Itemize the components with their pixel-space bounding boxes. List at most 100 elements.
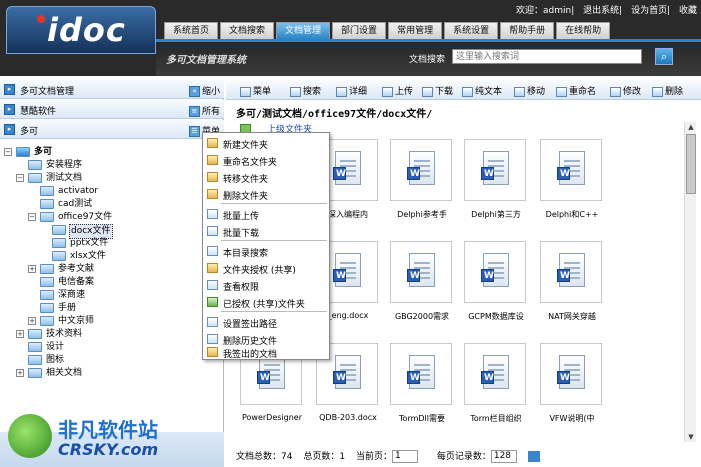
toolbar-menu-button[interactable]: 菜单 (240, 84, 271, 97)
tab-doc-management[interactable]: 文档管理 (276, 22, 331, 39)
toolbar-download-button[interactable]: 下载 (422, 84, 453, 97)
toolbar-edit-button[interactable]: 修改 (610, 84, 641, 97)
detail-icon (336, 86, 347, 97)
menu-item-label: 查看权限 (223, 283, 260, 293)
collapse-icon[interactable]: − (16, 174, 24, 182)
file-thumbnail (464, 139, 526, 201)
tab-help-manual[interactable]: 帮助手册 (500, 22, 555, 39)
expand-icon[interactable]: + (28, 317, 36, 325)
menu-item-view-permissions[interactable]: 查看权限 (203, 277, 329, 293)
expand-icon[interactable]: + (28, 265, 36, 273)
per-page-input[interactable]: 128 (490, 450, 517, 463)
toolbar-detail-button[interactable]: 详细 (336, 84, 367, 97)
expand-icon[interactable]: + (16, 369, 24, 377)
menu-item-delete-folder[interactable]: 删除文件夹 (203, 186, 329, 202)
move-icon (514, 86, 525, 97)
scroll-down-icon[interactable]: ▼ (686, 432, 696, 442)
menu-item-label: 本目录搜索 (223, 249, 269, 259)
toolbar-label: 详细 (349, 87, 368, 97)
file-item[interactable]: GBG2000需求 (390, 241, 456, 337)
menu-item-folder-share[interactable]: 文件夹授权 (共享) (203, 260, 329, 276)
word-icon (257, 371, 270, 384)
search-button[interactable]: ⌕ (655, 48, 673, 65)
expand-icon[interactable]: + (16, 330, 24, 338)
permissions-icon (207, 280, 218, 290)
tab-online-help[interactable]: 在线帮助 (556, 22, 611, 39)
edit-icon (610, 86, 621, 97)
panel-header-company[interactable]: ▸ 慧酷软件 ≡ 所有 (0, 100, 224, 119)
collapse-icon[interactable]: − (4, 148, 12, 156)
delete-folder-icon (207, 189, 218, 199)
folder-icon (40, 303, 54, 313)
checkout-icon (207, 317, 218, 327)
collapse-icon[interactable]: − (28, 213, 36, 221)
shrink-button[interactable]: «缩小 (188, 84, 220, 97)
menu-item-search-directory[interactable]: 本目录搜索 (203, 243, 329, 259)
toolbar: 菜单 搜索 详细 上传 下载 纯文本 移动 重命名 修改 删除 (226, 80, 701, 100)
search-icon: ⌕ (660, 50, 668, 63)
tab-department[interactable]: 部门设置 (332, 22, 387, 39)
tab-doc-search[interactable]: 文档搜索 (220, 22, 275, 39)
tree-label: 相关文档 (46, 368, 83, 378)
menu-item-rename-folder[interactable]: 重命名文件夹 (203, 152, 329, 168)
file-name: Delphi和C++ (545, 210, 599, 219)
file-item[interactable]: VFW说明(中 (540, 343, 606, 439)
vertical-scrollbar[interactable]: ▲ ▼ (684, 122, 696, 442)
menu-icon: ☰ (188, 126, 200, 137)
menu-item-label: 批量下载 (223, 229, 260, 239)
toolbar-upload-button[interactable]: 上传 (382, 84, 413, 97)
scrollbar-thumb[interactable] (686, 134, 696, 194)
current-page-input[interactable]: 1 (391, 450, 418, 463)
toolbar-search-button[interactable]: 搜索 (290, 84, 321, 97)
file-item[interactable]: NAT网关穿越 (540, 241, 606, 337)
menu-item-batch-upload[interactable]: 批量上传 (203, 206, 329, 222)
current-page-label: 当前页： (355, 452, 392, 462)
menu-item-batch-download[interactable]: 批量下载 (203, 223, 329, 239)
search-label: 文档搜索 (409, 55, 446, 65)
search-input[interactable] (452, 49, 642, 64)
tab-common[interactable]: 常用管理 (388, 22, 443, 39)
welcome-text: 欢迎：admin (516, 6, 572, 16)
file-item[interactable]: Delphi和C++ (540, 139, 606, 235)
rename-folder-icon (207, 155, 218, 165)
toolbar-rename-button[interactable]: 重命名 (556, 84, 596, 97)
tab-home[interactable]: 系统首页 (164, 22, 219, 39)
tree-label: activator (58, 186, 99, 196)
menu-item-move-folder[interactable]: 转移文件夹 (203, 169, 329, 185)
tab-system-settings[interactable]: 系统设置 (444, 22, 499, 39)
panel-header-group[interactable]: ▸ 多可 ☰菜单 (0, 120, 224, 139)
menu-item-my-checkouts[interactable]: 我签出的文档 (203, 344, 329, 360)
logout-link[interactable]: 退出系统 (583, 6, 619, 16)
file-thumbnail (390, 139, 452, 201)
scroll-up-icon[interactable]: ▲ (686, 122, 696, 132)
app-logo[interactable]: idoc (6, 6, 156, 54)
top-links: 欢迎：admin| 退出系统| 设为首页| 收藏 (516, 6, 697, 16)
menu-item-checkout-path[interactable]: 设置签出路径 (203, 314, 329, 330)
file-item[interactable]: GCPM数据库设 (464, 241, 530, 337)
tree-label: 深商速 (58, 290, 86, 300)
toolbar-delete-button[interactable]: 删除 (652, 84, 683, 97)
file-item[interactable]: Torm栏目组织 (464, 343, 530, 439)
per-page-label: 每页记录数： (436, 452, 491, 462)
shrink-label: 缩小 (201, 87, 220, 97)
menu-item-label: 设置签出路径 (223, 320, 278, 330)
tree-label: cad测试 (58, 199, 93, 209)
toolbar-label: 菜单 (253, 87, 272, 97)
menu-item-new-folder[interactable]: 新建文件夹 (203, 135, 329, 151)
file-name: QDB-203.docx (319, 413, 377, 422)
menu-item-shared-folders[interactable]: 已授权 (共享)文件夹 (203, 294, 329, 310)
panel-toggle-icon: ▸ (4, 84, 15, 95)
file-thumbnail (390, 241, 452, 303)
panel-header-doc-management[interactable]: ▸ 多可文档管理 «缩小 (0, 80, 224, 99)
file-item[interactable]: TormDll需要 (390, 343, 456, 439)
toolbar-move-button[interactable]: 移动 (514, 84, 545, 97)
tree-label: office97文件 (58, 212, 113, 222)
file-item[interactable]: Delphi参考手 (390, 139, 456, 235)
go-icon[interactable] (527, 451, 540, 462)
file-item[interactable]: Delphi第三方 (464, 139, 530, 235)
set-homepage-link[interactable]: 设为首页 (631, 6, 667, 16)
all-button[interactable]: ≡ 所有 (188, 104, 220, 117)
toolbar-plaintext-button[interactable]: 纯文本 (462, 84, 502, 97)
folder-icon (40, 290, 54, 300)
bookmark-link[interactable]: 收藏 (679, 6, 697, 16)
